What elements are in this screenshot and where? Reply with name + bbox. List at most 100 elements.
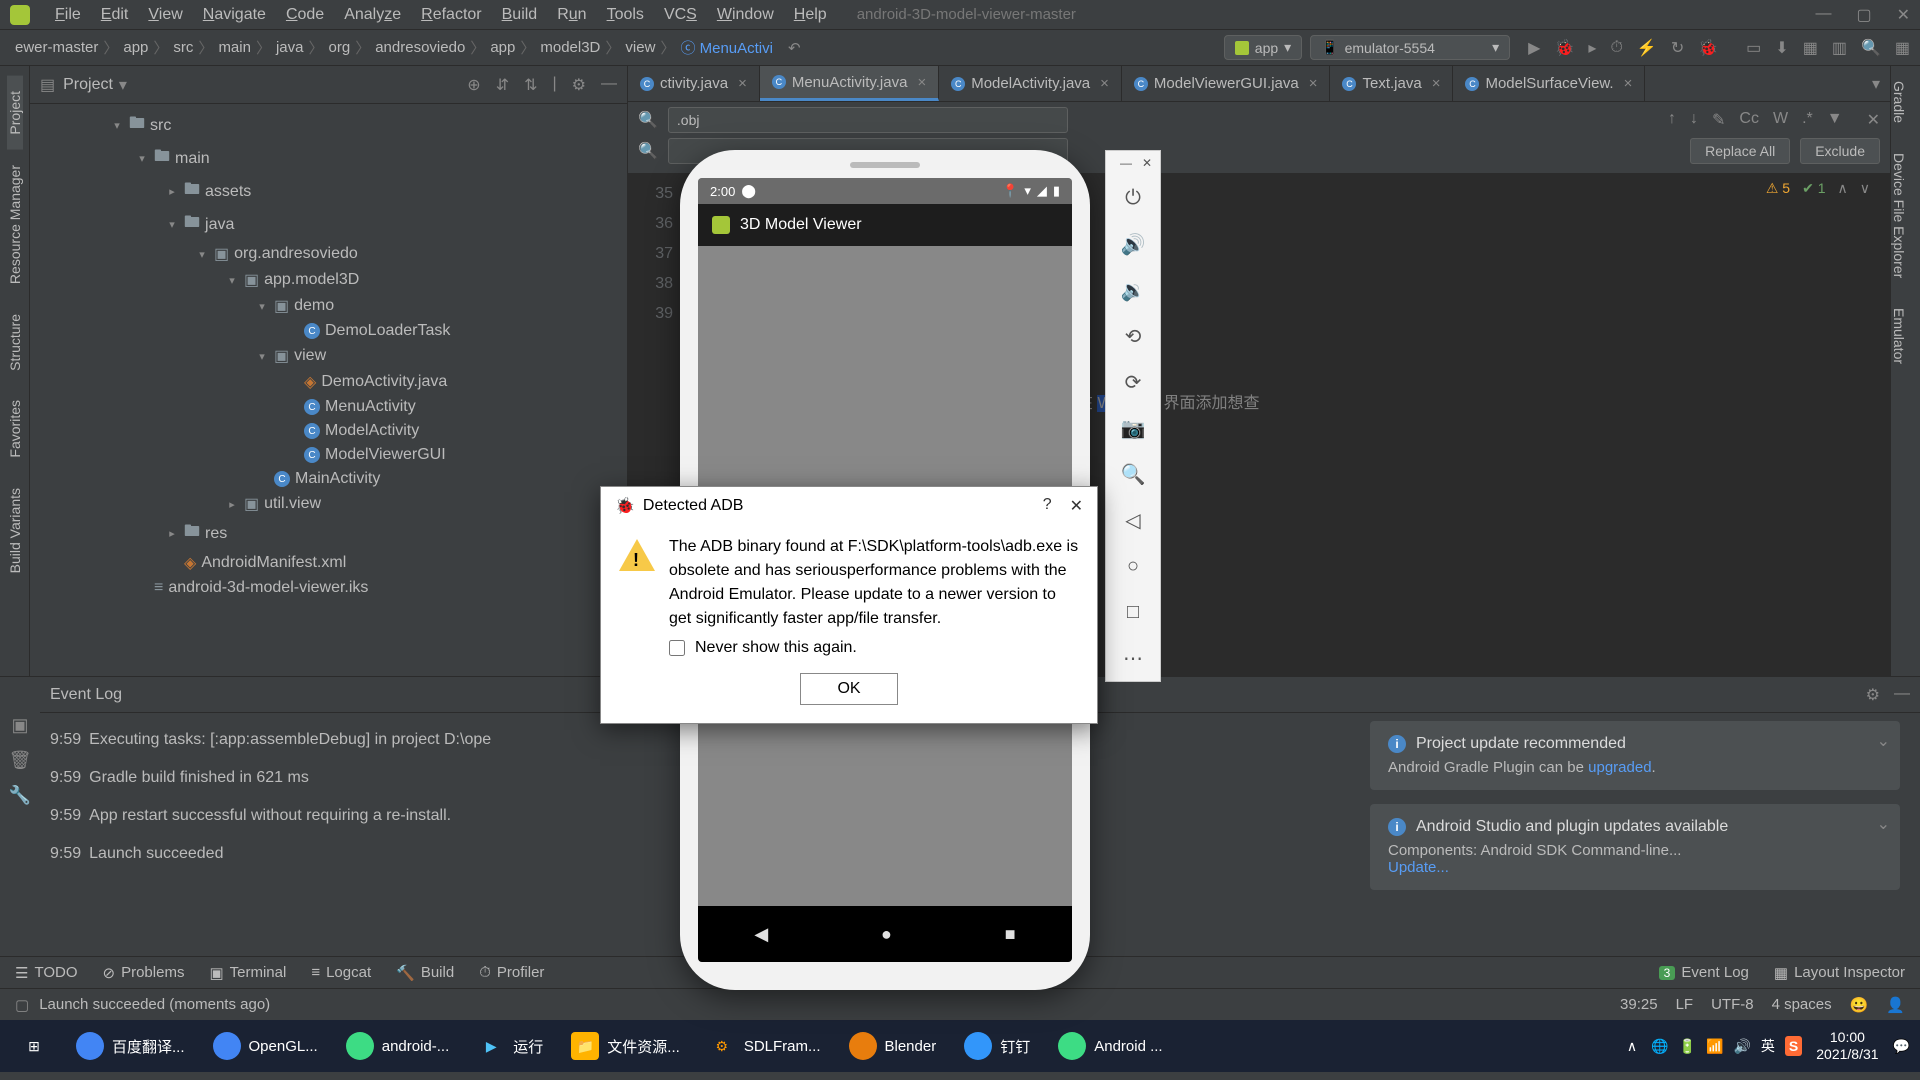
project-dropdown-icon[interactable]: ▤ <box>40 75 55 95</box>
menu-window[interactable]: Window <box>707 6 784 24</box>
menu-analyze[interactable]: Analyze <box>334 6 411 24</box>
tree-arrow-icon[interactable]: ▾ <box>255 300 269 313</box>
debug-icon[interactable]: 🐞 <box>1554 38 1574 58</box>
menu-navigate[interactable]: Navigate <box>193 6 276 24</box>
tree-arrow-icon[interactable]: ▾ <box>255 350 269 363</box>
dialog-help-icon[interactable]: ? <box>1043 496 1052 516</box>
tray-chevron-icon[interactable]: ∧ <box>1627 1038 1637 1055</box>
tree-item[interactable]: CMainActivity <box>30 467 627 491</box>
tool-todo[interactable]: ☰ TODO <box>15 964 78 982</box>
prev-highlight-icon[interactable]: ∧ <box>1838 180 1848 197</box>
eventlog-settings-icon[interactable]: 🔧 <box>9 785 31 806</box>
close-icon[interactable]: × <box>738 75 747 92</box>
start-button[interactable]: ⊞ <box>10 1028 58 1064</box>
tool-eventlog[interactable]: 3 Event Log <box>1659 964 1749 982</box>
taskbar-app[interactable]: ▶运行 <box>467 1028 553 1064</box>
match-case-icon[interactable]: Cc <box>1739 110 1759 130</box>
tray-wifi-icon[interactable]: 📶 <box>1706 1038 1723 1055</box>
tree-item[interactable]: ◈DemoActivity.java <box>30 369 627 395</box>
menu-help[interactable]: Help <box>784 6 837 24</box>
tray-icon[interactable]: S <box>1785 1036 1802 1056</box>
emulator-minimize-icon[interactable]: — <box>1120 156 1132 170</box>
coverage-icon[interactable]: ▸ <box>1588 38 1596 58</box>
tree-arrow-icon[interactable]: ▾ <box>165 218 179 231</box>
ok-badge[interactable]: ✔ 1 <box>1802 180 1825 197</box>
gutter-emulator[interactable]: Emulator <box>1891 293 1907 379</box>
words-icon[interactable]: W <box>1773 110 1788 130</box>
crumb[interactable]: java <box>271 39 309 56</box>
cursor-position[interactable]: 39:25 <box>1620 996 1658 1013</box>
taskbar-app[interactable]: android-... <box>336 1028 460 1064</box>
crumb[interactable]: model3D <box>535 39 605 56</box>
tool-layout-inspector[interactable]: ▦ Layout Inspector <box>1774 964 1905 982</box>
menu-edit[interactable]: Edit <box>91 6 139 24</box>
file-encoding[interactable]: UTF-8 <box>1711 996 1754 1013</box>
tray-icon[interactable]: 🌐 <box>1651 1038 1668 1055</box>
close-icon[interactable]: × <box>917 74 926 91</box>
taskbar-app[interactable]: Android ... <box>1048 1028 1172 1064</box>
crumb[interactable]: app <box>118 39 153 56</box>
attach-debugger-icon[interactable]: 🐞 <box>1698 38 1718 58</box>
menu-code[interactable]: Code <box>276 6 334 24</box>
menu-refactor[interactable]: Refactor <box>411 6 491 24</box>
sdk-manager-icon[interactable]: ⬇ <box>1775 38 1788 58</box>
gutter-build-variants[interactable]: Build Variants <box>7 473 23 588</box>
avd-manager-icon[interactable]: ▭ <box>1746 38 1761 58</box>
never-show-checkbox[interactable] <box>669 640 685 656</box>
gutter-resource-manager[interactable]: Resource Manager <box>7 150 23 299</box>
emulator-rotate-right-icon[interactable]: ⟳ <box>1106 359 1160 405</box>
gutter-device-file-explorer[interactable]: Device File Explorer <box>1891 138 1907 293</box>
taskbar-app[interactable]: OpenGL... <box>203 1028 328 1064</box>
nav-back-icon[interactable]: ↶ <box>788 39 801 57</box>
crumb[interactable]: andresoviedo <box>370 39 470 56</box>
editor-tab[interactable]: Cctivity.java× <box>628 66 760 101</box>
tool-terminal[interactable]: ▣ Terminal <box>209 964 286 982</box>
close-icon[interactable]: ⌄ <box>1877 814 1890 834</box>
tree-item[interactable]: ≡android-3d-model-viewer.iks <box>30 576 627 600</box>
inspection-badges[interactable]: ⚠ 5 ✔ 1 ∧ ∨ <box>1766 180 1870 197</box>
next-highlight-icon[interactable]: ∨ <box>1860 180 1870 197</box>
resource-manager-icon[interactable]: ▦ <box>1803 38 1818 58</box>
eventlog-clear-icon[interactable]: 🗑 <box>9 750 32 771</box>
emulator-volume-up-icon[interactable]: 🔊 <box>1106 221 1160 267</box>
prev-occurrence-icon[interactable]: ↑ <box>1668 110 1676 130</box>
tree-item[interactable]: ▾🖿src <box>30 109 627 142</box>
close-find-icon[interactable]: ✕ <box>1867 110 1880 130</box>
tool-build[interactable]: 🔨 Build <box>396 964 454 982</box>
tree-arrow-icon[interactable]: ▸ <box>165 185 179 198</box>
tree-arrow-icon[interactable]: ▾ <box>225 274 239 287</box>
close-icon[interactable]: × <box>1432 75 1441 92</box>
close-icon[interactable]: × <box>1624 75 1633 92</box>
emulator-home-icon[interactable]: ○ <box>1106 543 1160 589</box>
close-icon[interactable]: ⌄ <box>1877 731 1890 751</box>
run-config-dropdown[interactable]: app ▾ <box>1224 35 1302 60</box>
device-dropdown[interactable]: 📱 emulator-5554 ▾ <box>1310 35 1510 60</box>
find-input[interactable] <box>668 107 1068 133</box>
tree-item[interactable]: CModelViewerGUI <box>30 443 627 467</box>
notification-link[interactable]: Update... <box>1388 859 1449 876</box>
tree-item[interactable]: ▸🖿assets <box>30 175 627 208</box>
tree-arrow-icon[interactable]: ▾ <box>110 119 124 132</box>
hide-icon[interactable]: — <box>601 75 617 95</box>
gear-icon[interactable]: ⚙ <box>1866 685 1880 705</box>
filter-icon[interactable]: ▼ <box>1827 110 1843 130</box>
profile-icon[interactable]: ⏱ <box>1610 39 1622 57</box>
editor-tab[interactable]: CMenuActivity.java× <box>760 66 939 101</box>
tree-item[interactable]: ▾▣demo <box>30 293 627 319</box>
gutter-gradle[interactable]: Gradle <box>1891 66 1907 138</box>
menu-file[interactable]: File <box>45 6 91 24</box>
menu-build[interactable]: Build <box>492 6 548 24</box>
next-occurrence-icon[interactable]: ↓ <box>1690 110 1698 130</box>
expand-icon[interactable]: ⇵ <box>496 75 509 95</box>
gear-icon[interactable]: ⚙ <box>572 75 586 95</box>
settings-icon[interactable]: ▦ <box>1895 38 1910 58</box>
never-show-label[interactable]: Never show this again. <box>695 639 857 657</box>
emulator-rotate-left-icon[interactable]: ⟲ <box>1106 313 1160 359</box>
tree-item[interactable]: CModelActivity <box>30 419 627 443</box>
close-icon[interactable]: × <box>1100 75 1109 92</box>
menu-view[interactable]: View <box>138 6 192 24</box>
dialog-close-icon[interactable]: ✕ <box>1070 496 1083 516</box>
project-tree[interactable]: ▾🖿src▾🖿main▸🖿assets▾🖿java▾▣org.andresovi… <box>30 104 627 676</box>
tree-item[interactable]: ▾▣org.andresoviedo <box>30 241 627 267</box>
tree-item[interactable]: ▸🖿res <box>30 517 627 550</box>
